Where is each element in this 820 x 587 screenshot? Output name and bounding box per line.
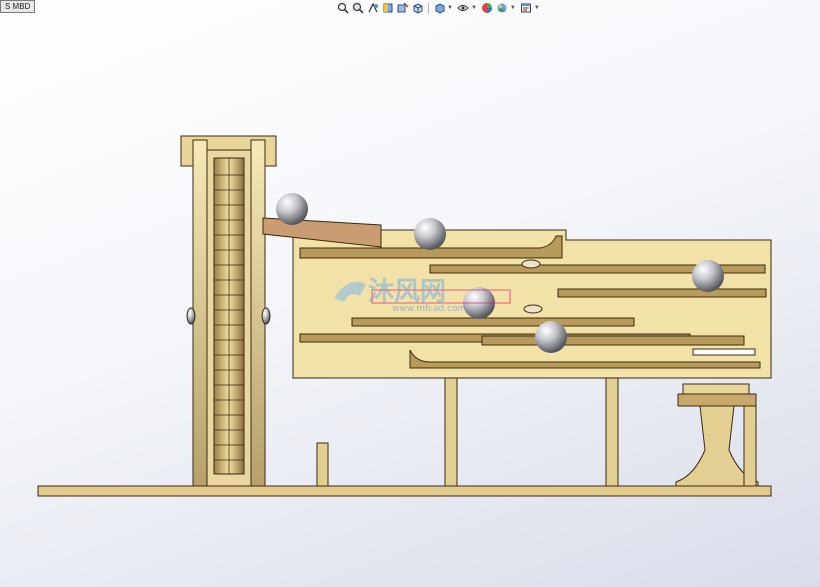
previous-view-icon[interactable] [366, 2, 379, 15]
view-orientation-icon[interactable] [411, 2, 424, 15]
hide-show-items-icon[interactable] [457, 2, 470, 15]
steel-ball [535, 321, 567, 353]
mbd-tab[interactable]: S MBD [0, 0, 36, 13]
support-leg [444, 377, 458, 487]
catch-wedge [523, 304, 543, 314]
basket-top [682, 383, 750, 395]
basket-post [743, 405, 757, 487]
section-view-icon[interactable] [381, 2, 394, 15]
steel-ball [276, 193, 308, 225]
dynamic-annotation-icon[interactable] [396, 2, 409, 15]
view-settings-icon[interactable] [520, 2, 533, 15]
catch-wedge [521, 259, 541, 269]
heads-up-view-toolbar: ▼ ▼ ▼ ▼ [336, 1, 542, 15]
chevron-down-icon[interactable]: ▼ [510, 5, 516, 11]
display-style-icon[interactable] [433, 2, 446, 15]
chevron-down-icon[interactable]: ▼ [447, 5, 453, 11]
support-post [316, 442, 329, 487]
steel-ball [414, 218, 446, 250]
edit-appearance-icon[interactable] [481, 2, 494, 15]
zoom-to-fit-icon[interactable] [336, 2, 349, 15]
axle-stub-left [186, 307, 196, 325]
toolbar-separator [428, 2, 429, 14]
support-leg [605, 377, 619, 487]
apply-scene-icon[interactable] [496, 2, 509, 15]
chevron-down-icon[interactable]: ▼ [471, 5, 477, 11]
axle-stub-right [261, 307, 271, 325]
steel-ball [692, 260, 724, 292]
basket-frame [677, 393, 757, 407]
watermark-url: www.mfcad.com [392, 304, 466, 314]
chevron-down-icon[interactable]: ▼ [534, 5, 540, 11]
graphics-area[interactable]: 沐风网 www.mfcad.com [0, 16, 820, 587]
marble-machine-model [37, 135, 772, 497]
zoom-area-icon[interactable] [351, 2, 364, 15]
base-plate [37, 485, 772, 497]
